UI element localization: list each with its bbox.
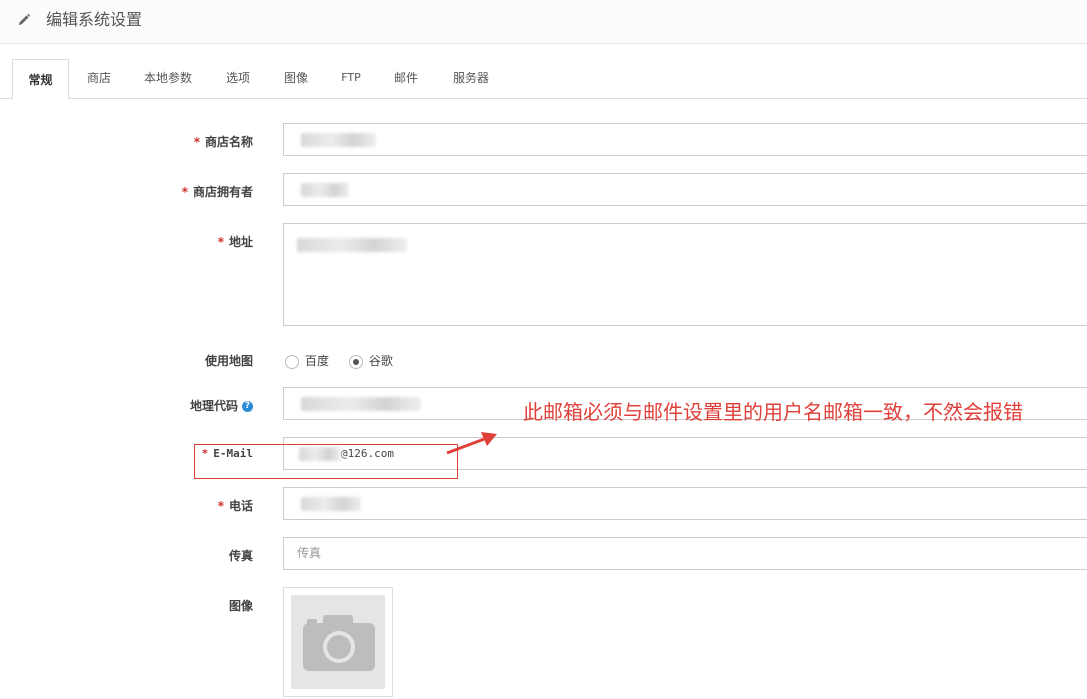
phone-label: * 电话 [217,499,253,513]
radio-checked-icon[interactable] [348,354,363,369]
radio-icon[interactable] [285,354,299,369]
map-option-google[interactable]: 谷歌 [348,352,393,369]
store-owner-input[interactable] [283,173,1087,206]
phone-input[interactable] [283,487,1087,520]
help-icon[interactable]: ? [242,401,253,412]
tab-options[interactable]: 选项 [216,58,260,97]
map-option-baidu[interactable]: 百度 [285,352,329,369]
store-name-label: * 商店名称 [193,135,253,149]
tab-mail[interactable]: 邮件 [384,58,428,97]
image-label: 图像 [228,599,253,613]
tab-server[interactable]: 服务器 [444,58,498,97]
annotation-arrow-icon [446,432,497,455]
map-label: 使用地图 [204,354,253,368]
annotation-text: 此邮箱必须与邮件设置里的用户名邮箱一致，不然会报错 [523,400,1023,424]
tab-store[interactable]: 商店 [78,58,120,97]
annotation-highlight-box [194,444,458,479]
geocode-label: 地理代码? [190,397,253,414]
store-name-input[interactable] [283,123,1087,156]
map-radio-group: 百度 谷歌 [285,352,409,369]
image-placeholder [291,595,385,689]
image-thumbnail[interactable] [283,587,393,697]
tab-image[interactable]: 图像 [274,58,318,97]
address-label: * 地址 [217,235,253,249]
page-title: 编辑系统设置 [46,10,143,29]
address-textarea[interactable] [283,223,1087,326]
fax-input[interactable]: 传真 [283,537,1087,570]
pencil-icon [19,13,31,25]
tab-local[interactable]: 本地参数 [136,58,200,97]
camera-icon [303,615,375,671]
page-header: 编辑系统设置 [0,0,1087,44]
store-owner-label: * 商店拥有者 [181,185,253,199]
fax-label: 传真 [228,549,253,563]
tab-bar: 常规 商店 本地参数 选项 图像 FTP 邮件 服务器 [0,58,1087,100]
required-mark: * [193,135,200,149]
tab-general[interactable]: 常规 [12,59,69,100]
tab-ftp[interactable]: FTP [333,58,369,97]
